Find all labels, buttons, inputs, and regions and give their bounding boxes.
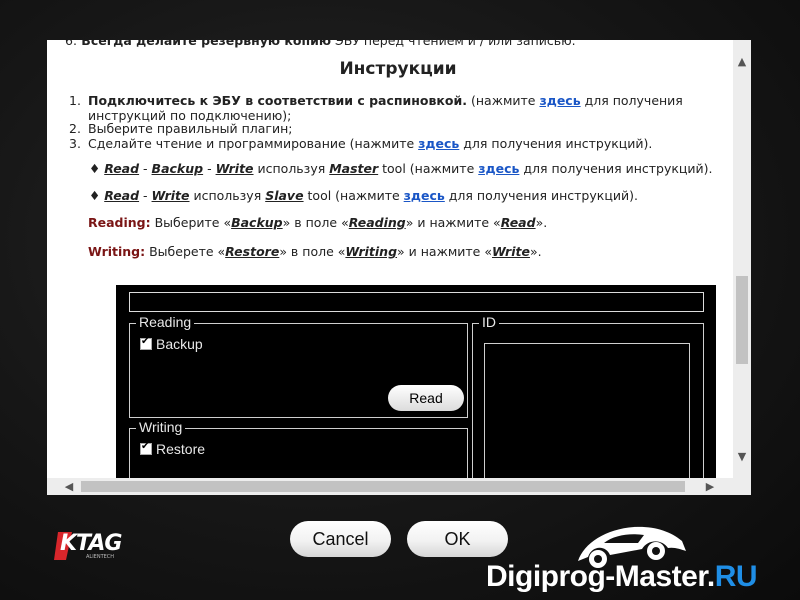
writing-t3: » и нажмите «	[397, 244, 492, 259]
cutoff-bold-text: Всегда делайте резервную копию	[81, 40, 332, 48]
scroll-down-icon[interactable]: ▼	[733, 448, 751, 466]
embedded-top-bar	[129, 292, 704, 312]
site-watermark: Digiprog-Master.RU	[486, 560, 758, 594]
reading-t4: ».	[535, 215, 548, 230]
writing-btn: Write	[492, 244, 530, 259]
reading-opt: Backup	[231, 215, 283, 230]
bullet-1-backup: Backup	[151, 161, 204, 176]
embedded-read-button: Read	[388, 385, 464, 411]
ktag-logo-text: KTAG	[60, 531, 122, 556]
writing-field: Writing	[345, 244, 398, 259]
embedded-restore-checkbox: Restore	[140, 441, 205, 457]
embedded-writing-group: Writing Restore	[129, 419, 468, 478]
page-title: Инструкции	[339, 59, 457, 79]
embedded-writing-legend: Writing	[136, 419, 186, 435]
bullet-slave: ♦ Read - Write используя Slave tool (наж…	[89, 188, 638, 203]
checkbox-checked-icon	[140, 336, 152, 350]
step-3-number: 3.	[69, 136, 81, 151]
reading-label: Reading:	[88, 215, 151, 230]
reading-note: Reading: Выберите «Backup» в поле «Readi…	[88, 215, 547, 230]
cancel-button[interactable]: Cancel	[290, 521, 391, 557]
embedded-screenshot: Reading Backup Read Writing Restore ID	[116, 285, 716, 478]
bullet-1-sep2: -	[203, 161, 216, 176]
cutoff-number: 6.	[65, 40, 77, 48]
bullet-1-using: используя	[253, 161, 330, 176]
writing-note: Writing: Выберете «Restore» в поле «Writ…	[88, 244, 542, 259]
bullet-1-read: Read	[104, 161, 140, 176]
cutoff-list-item: 6. Всегда делайте резервную копию ЭБУ пе…	[65, 40, 576, 48]
embedded-id-box	[484, 343, 690, 478]
bullet-2-write: Write	[151, 188, 190, 203]
writing-t2: » в поле «	[279, 244, 346, 259]
ok-button[interactable]: OK	[407, 521, 508, 557]
bullet-2-post: для получения инструкций).	[444, 188, 638, 203]
site-watermark-tld: RU	[714, 560, 758, 593]
checkbox-checked-icon	[140, 441, 152, 455]
reading-field: Reading	[348, 215, 406, 230]
step-3-link[interactable]: здесь	[418, 136, 459, 151]
scroll-up-icon[interactable]: ▲	[733, 53, 751, 71]
bullet-marker-2: ♦	[89, 188, 101, 203]
step-1-pre: (нажмите	[467, 93, 540, 108]
bullet-master: ♦ Read - Backup - Write используя Master…	[89, 161, 713, 176]
bullet-1-sep1: -	[139, 161, 152, 176]
step-1-bold: Подключитесь к ЭБУ в соответствии с расп…	[88, 93, 468, 108]
site-watermark-main: Digiprog-Master.	[486, 560, 715, 593]
ktag-logo-subtext: ALIENTECH	[86, 554, 115, 560]
scroll-left-icon[interactable]: ◀	[60, 478, 78, 495]
embedded-backup-label: Backup	[156, 336, 203, 352]
step-2-number: 2.	[69, 121, 81, 136]
step-3-post: для получения инструкций).	[459, 136, 653, 151]
embedded-id-legend: ID	[479, 314, 499, 330]
vertical-scrollbar[interactable]: ▲ ▼	[733, 40, 751, 478]
scroll-right-icon[interactable]: ▶	[701, 478, 719, 495]
vertical-scroll-thumb[interactable]	[736, 276, 748, 364]
bullet-1-link[interactable]: здесь	[478, 161, 519, 176]
step-2-text: Выберите правильный плагин;	[88, 121, 293, 136]
instructions-content: 6. Всегда делайте резервную копию ЭБУ пе…	[47, 40, 733, 478]
bullet-1-tool: Master	[329, 161, 379, 176]
writing-opt: Restore	[225, 244, 280, 259]
horizontal-scroll-thumb[interactable]	[81, 481, 685, 492]
bullet-1-tool-suffix: tool (нажмите	[378, 161, 479, 176]
bullet-2-link[interactable]: здесь	[404, 188, 445, 203]
step-3-pre: Сделайте чтение и программирование (нажм…	[88, 136, 419, 151]
bullet-2-read: Read	[104, 188, 140, 203]
step-1-link[interactable]: здесь	[539, 93, 580, 108]
embedded-backup-checkbox: Backup	[140, 336, 203, 352]
bullet-2-tool-suffix: tool (нажмите	[303, 188, 404, 203]
bullet-marker-1: ♦	[89, 161, 101, 176]
reading-t1: Выберите «	[150, 215, 232, 230]
embedded-reading-legend: Reading	[136, 314, 195, 330]
horizontal-scrollbar[interactable]: ◀ ▶	[47, 478, 751, 495]
bullet-1-post: для получения инструкций).	[519, 161, 713, 176]
reading-btn: Read	[500, 215, 536, 230]
bullet-2-tool: Slave	[265, 188, 304, 203]
embedded-restore-label: Restore	[156, 441, 206, 457]
reading-t2: » в поле «	[282, 215, 349, 230]
writing-label: Writing:	[88, 244, 146, 259]
instructions-window: 6. Всегда делайте резервную копию ЭБУ пе…	[47, 40, 751, 495]
step-1-number: 1.	[69, 93, 81, 108]
writing-t4: ».	[529, 244, 542, 259]
bullet-2-using: используя	[189, 188, 266, 203]
bullet-2-sep1: -	[139, 188, 152, 203]
reading-t3: » и нажмите «	[405, 215, 501, 230]
writing-t1: Выберете «	[145, 244, 226, 259]
cutoff-rest-text: ЭБУ перед чтением и / или записью.	[331, 40, 576, 48]
bullet-1-write: Write	[215, 161, 254, 176]
